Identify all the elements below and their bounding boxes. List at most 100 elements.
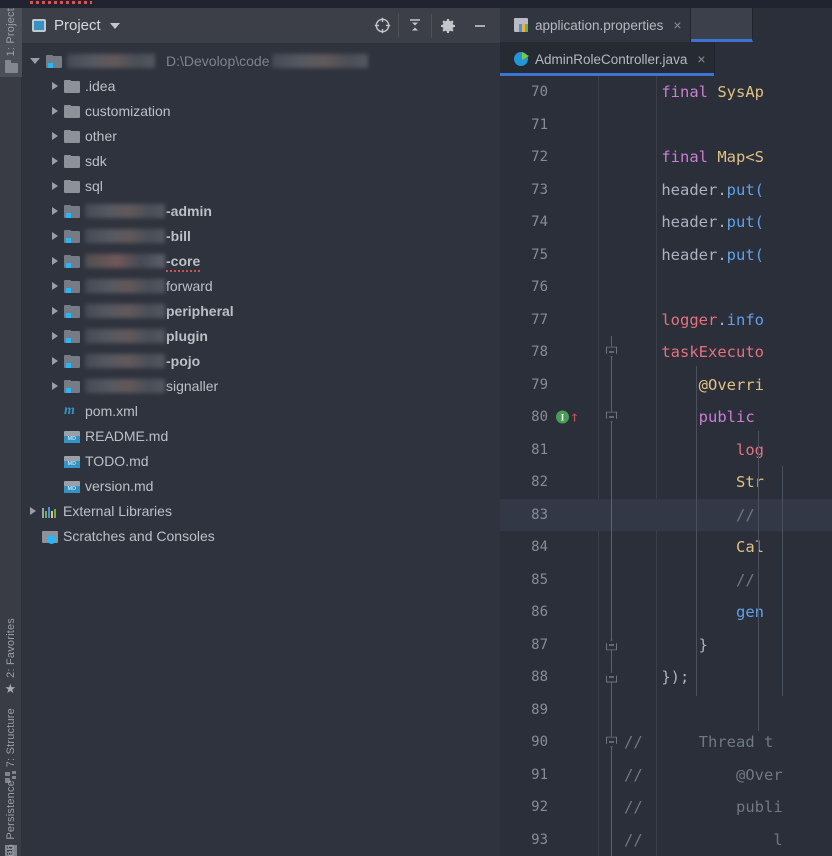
code-folding-area[interactable]: [598, 336, 624, 369]
code-folding-area[interactable]: [598, 174, 624, 207]
editor-tab-selected-blank[interactable]: [691, 8, 753, 42]
gutter-marker-area[interactable]: [552, 531, 598, 564]
tree-node-module-admin[interactable]: -admin: [22, 198, 500, 223]
code-editor[interactable]: 70 final SysAp 71 72 final Map<S 73 header.…: [500, 76, 832, 856]
code-folding-area[interactable]: [598, 726, 624, 759]
tree-expand-arrow-icon[interactable]: [52, 307, 58, 315]
code-folding-area[interactable]: [598, 531, 624, 564]
code-line[interactable]: 91 // @Over: [500, 759, 832, 792]
gutter-marker-area[interactable]: [552, 629, 598, 662]
gutter-marker-area[interactable]: [552, 661, 598, 694]
fold-end-icon[interactable]: [606, 639, 617, 650]
code-line[interactable]: 90 // Thread t: [500, 726, 832, 759]
tool-window-button-project[interactable]: 1: Project: [0, 8, 22, 77]
tree-expand-arrow-icon[interactable]: [52, 282, 58, 290]
tree-expand-arrow-icon[interactable]: [52, 257, 58, 265]
code-line[interactable]: 70 final SysAp: [500, 76, 832, 109]
code-folding-area[interactable]: [598, 141, 624, 174]
tree-expand-arrow-icon[interactable]: [52, 332, 58, 340]
code-folding-area[interactable]: [598, 759, 624, 792]
code-line[interactable]: 72 final Map<S: [500, 141, 832, 174]
tree-expand-arrow-icon[interactable]: [52, 357, 58, 365]
code-line[interactable]: 92// publi: [500, 791, 832, 824]
tree-node-readmemd[interactable]: README.md: [22, 423, 500, 448]
code-folding-area[interactable]: [598, 76, 624, 109]
code-folding-area[interactable]: [598, 824, 624, 856]
tree-node-sdk[interactable]: sdk: [22, 148, 500, 173]
project-tree[interactable]: D:\Devolop\code .idea customization other sd…: [22, 44, 500, 548]
tree-node-module-pojo[interactable]: -pojo: [22, 348, 500, 373]
tree-expand-arrow-icon[interactable]: [52, 382, 58, 390]
gutter-marker-area[interactable]: [552, 564, 598, 597]
tool-window-button-structure[interactable]: 7: Structure: [0, 708, 22, 788]
code-folding-area[interactable]: [598, 304, 624, 337]
tree-node-module-bill[interactable]: -bill: [22, 223, 500, 248]
tree-node-module-signaller[interactable]: signaller: [22, 373, 500, 398]
tree-expand-arrow-icon[interactable]: [52, 232, 58, 240]
gutter-marker-area[interactable]: [552, 791, 598, 824]
code-line[interactable]: 89: [500, 694, 832, 727]
code-folding-area[interactable]: [598, 466, 624, 499]
gutter-marker-area[interactable]: [552, 174, 598, 207]
tool-window-button-favorites[interactable]: 2: Favorites ★: [0, 618, 22, 699]
chevron-down-icon[interactable]: [110, 23, 120, 29]
gutter-marker-area[interactable]: [552, 596, 598, 629]
code-line[interactable]: 77 logger.info: [500, 304, 832, 337]
code-line[interactable]: 71: [500, 109, 832, 142]
fold-collapse-icon[interactable]: [606, 347, 617, 358]
close-icon[interactable]: ×: [697, 52, 705, 66]
code-line[interactable]: 75 header.put(: [500, 239, 832, 272]
collapse-all-icon[interactable]: [399, 8, 431, 43]
implementing-method-icon[interactable]: I: [556, 411, 569, 424]
tree-node-idea[interactable]: .idea: [22, 73, 500, 98]
settings-icon[interactable]: [432, 8, 464, 43]
code-folding-area[interactable]: [598, 629, 624, 662]
gutter-marker-area[interactable]: [552, 336, 598, 369]
fold-collapse-icon[interactable]: [606, 737, 617, 748]
tree-node-pomxml[interactable]: m pom.xml: [22, 398, 500, 423]
code-folding-area[interactable]: [598, 661, 624, 694]
gutter-marker-area[interactable]: [552, 206, 598, 239]
code-folding-area[interactable]: [598, 369, 624, 402]
tree-expand-arrow-icon[interactable]: [52, 207, 58, 215]
code-folding-area[interactable]: [598, 434, 624, 467]
gutter-marker-area[interactable]: [552, 759, 598, 792]
code-line[interactable]: 79 @Overri: [500, 369, 832, 402]
tree-node-module-peripheral[interactable]: peripheral: [22, 298, 500, 323]
tree-expand-arrow-icon[interactable]: [52, 132, 58, 140]
tree-expand-arrow-icon[interactable]: [52, 182, 58, 190]
code-line[interactable]: 78 taskExecuto: [500, 336, 832, 369]
locate-icon[interactable]: [366, 8, 398, 43]
tree-node-project-root[interactable]: D:\Devolop\code: [22, 48, 500, 73]
tool-window-button-eb[interactable]: eb: [0, 844, 22, 856]
tree-expand-arrow-icon[interactable]: [52, 82, 58, 90]
tree-expand-arrow-icon[interactable]: [30, 58, 40, 64]
code-line[interactable]: 93 // l: [500, 824, 832, 856]
tree-node-module-core[interactable]: -core: [22, 248, 500, 273]
code-folding-area[interactable]: [598, 239, 624, 272]
gutter-marker-area[interactable]: [552, 466, 598, 499]
tree-node-module-forward[interactable]: forward: [22, 273, 500, 298]
tree-node-scratches-consoles[interactable]: Scratches and Consoles: [22, 523, 500, 548]
gutter-marker-area[interactable]: [552, 271, 598, 304]
tree-node-external-libraries[interactable]: External Libraries: [22, 498, 500, 523]
gutter-marker-area[interactable]: [552, 239, 598, 272]
tree-node-module-plugin[interactable]: plugin: [22, 323, 500, 348]
gutter-marker-area[interactable]: I ↑: [552, 401, 598, 434]
code-folding-area[interactable]: [598, 596, 624, 629]
code-line[interactable]: 81 log: [500, 434, 832, 467]
tree-node-sql[interactable]: sql: [22, 173, 500, 198]
fold-end-icon[interactable]: [606, 672, 617, 683]
code-folding-area[interactable]: [598, 694, 624, 727]
gutter-marker-area[interactable]: [552, 499, 598, 532]
gutter-marker-area[interactable]: [552, 824, 598, 856]
code-folding-area[interactable]: [598, 109, 624, 142]
tree-expand-arrow-icon[interactable]: [52, 157, 58, 165]
gutter-marker-area[interactable]: [552, 109, 598, 142]
hide-window-icon[interactable]: [464, 8, 496, 43]
code-folding-area[interactable]: [598, 271, 624, 304]
tree-expand-arrow-icon[interactable]: [30, 507, 36, 515]
tree-node-customization[interactable]: customization: [22, 98, 500, 123]
overriding-arrow-icon[interactable]: ↑: [570, 410, 579, 425]
code-line[interactable]: 76: [500, 271, 832, 304]
